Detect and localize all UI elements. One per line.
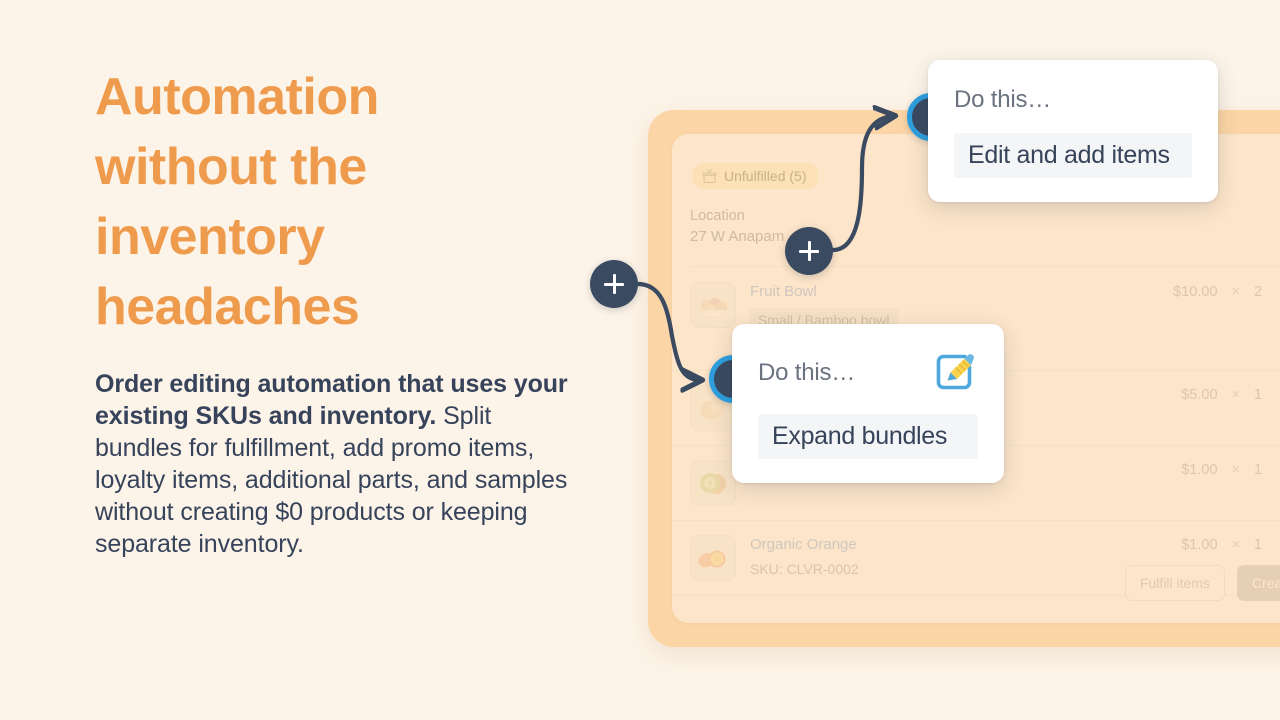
multiply-symbol: × xyxy=(1231,387,1240,403)
fulfill-items-button[interactable]: Fulfill items xyxy=(1124,565,1225,601)
line-item-price: $5.00 × 1 $5.00 xyxy=(1162,385,1280,403)
line-item-quantity: 1 xyxy=(1254,387,1263,403)
popover-header: Do this… xyxy=(954,86,1192,114)
marketing-column: Automation without the inventory headach… xyxy=(95,62,595,560)
line-item-price: $1.00 × 1 $1.00 xyxy=(1162,535,1280,553)
line-item-info: Organic Orange SKU: CLVR-0002 xyxy=(750,535,1162,579)
line-item-unit-price: $1.00 xyxy=(1181,537,1218,553)
line-item-sku: SKU: CLVR-0002 xyxy=(750,561,859,577)
line-item-unit-price: $1.00 xyxy=(1181,462,1218,478)
popover-option-expand-bundles[interactable]: Expand bundles xyxy=(758,414,978,459)
unfulfilled-box-icon xyxy=(702,168,717,184)
edit-pencil-icon xyxy=(932,350,978,396)
popover-header: Do this… xyxy=(758,350,978,396)
line-item-title[interactable]: Fruit Bowl xyxy=(750,282,1162,302)
multiply-symbol: × xyxy=(1231,462,1240,478)
multiply-symbol: × xyxy=(1231,537,1240,553)
line-item-title[interactable]: Organic Orange xyxy=(750,535,1162,555)
add-step-top-button[interactable] xyxy=(785,227,833,275)
line-item-price: $10.00 × 2 $20.00 xyxy=(1162,282,1280,300)
line-item-quantity: 2 xyxy=(1254,284,1263,300)
popover-option-edit-and-add-items[interactable]: Edit and add items xyxy=(954,133,1192,178)
line-item-price: $1.00 × 1 $1.00 xyxy=(1162,460,1280,478)
marketing-body: Order editing automation that uses your … xyxy=(95,368,575,560)
popover-title: Do this… xyxy=(758,359,856,386)
card-actions: Fulfill items Create shipping l xyxy=(1124,565,1280,601)
multiply-symbol: × xyxy=(1231,284,1240,300)
popover-expand-bundles[interactable]: Do this… Expand bundles xyxy=(732,324,1004,483)
location-label: Location xyxy=(690,208,745,224)
popover-title: Do this… xyxy=(954,86,1052,113)
add-step-left-button[interactable] xyxy=(590,260,638,308)
line-item-quantity: 1 xyxy=(1254,462,1263,478)
line-item-unit-price: $5.00 xyxy=(1181,387,1218,403)
orange-thumb xyxy=(690,535,736,581)
location-block: Location 27 W Anapam xyxy=(690,206,1280,267)
fruit-bowl-thumb xyxy=(690,282,736,328)
create-shipping-label-button[interactable]: Create shipping l xyxy=(1236,565,1280,601)
status-badge: Unfulfilled (5) xyxy=(692,163,820,189)
location-value: 27 W Anapam xyxy=(690,228,785,245)
status-badge-label: Unfulfilled (5) xyxy=(724,168,807,184)
popover-edit-and-add-items[interactable]: Do this… Edit and add items xyxy=(928,60,1218,202)
kiwi-thumb xyxy=(690,460,736,506)
page-title: Automation without the inventory headach… xyxy=(95,68,379,336)
line-item-quantity: 1 xyxy=(1254,537,1263,553)
marketing-body-lead: Order editing automation that uses your … xyxy=(95,370,568,430)
line-item-unit-price: $10.00 xyxy=(1173,284,1218,300)
